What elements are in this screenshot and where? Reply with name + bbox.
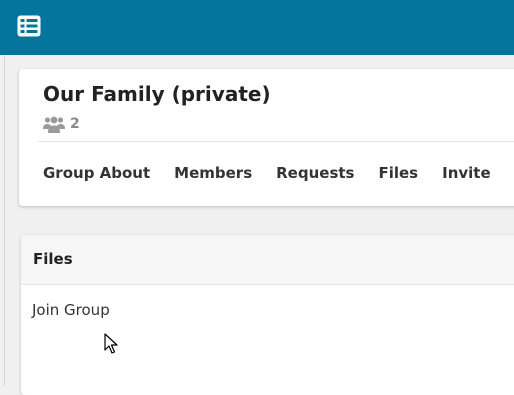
users-icon xyxy=(43,116,65,133)
top-bar xyxy=(0,0,514,55)
group-header-card: Our Family (private) 2 Group About Membe… xyxy=(19,69,514,206)
tab-members[interactable]: Members xyxy=(174,164,252,182)
tab-files[interactable]: Files xyxy=(378,164,418,182)
files-panel-header: Files xyxy=(21,235,514,285)
files-panel-title: Files xyxy=(33,250,73,268)
member-count: 2 xyxy=(70,116,80,132)
group-tabs: Group About Members Requests Files Invit… xyxy=(43,164,514,182)
group-title: Our Family (private) xyxy=(43,82,271,106)
divider xyxy=(38,141,514,142)
tab-invite[interactable]: Invite xyxy=(442,164,491,182)
files-panel: Files Join Group xyxy=(21,235,514,395)
tab-group-about[interactable]: Group About xyxy=(43,164,150,182)
mouse-pointer-icon xyxy=(104,333,118,354)
list-menu-icon[interactable] xyxy=(17,15,41,37)
member-count-row: 2 xyxy=(43,114,80,134)
join-group-link[interactable]: Join Group xyxy=(32,301,110,319)
tab-requests[interactable]: Requests xyxy=(276,164,354,182)
sidebar-edge xyxy=(4,55,5,386)
